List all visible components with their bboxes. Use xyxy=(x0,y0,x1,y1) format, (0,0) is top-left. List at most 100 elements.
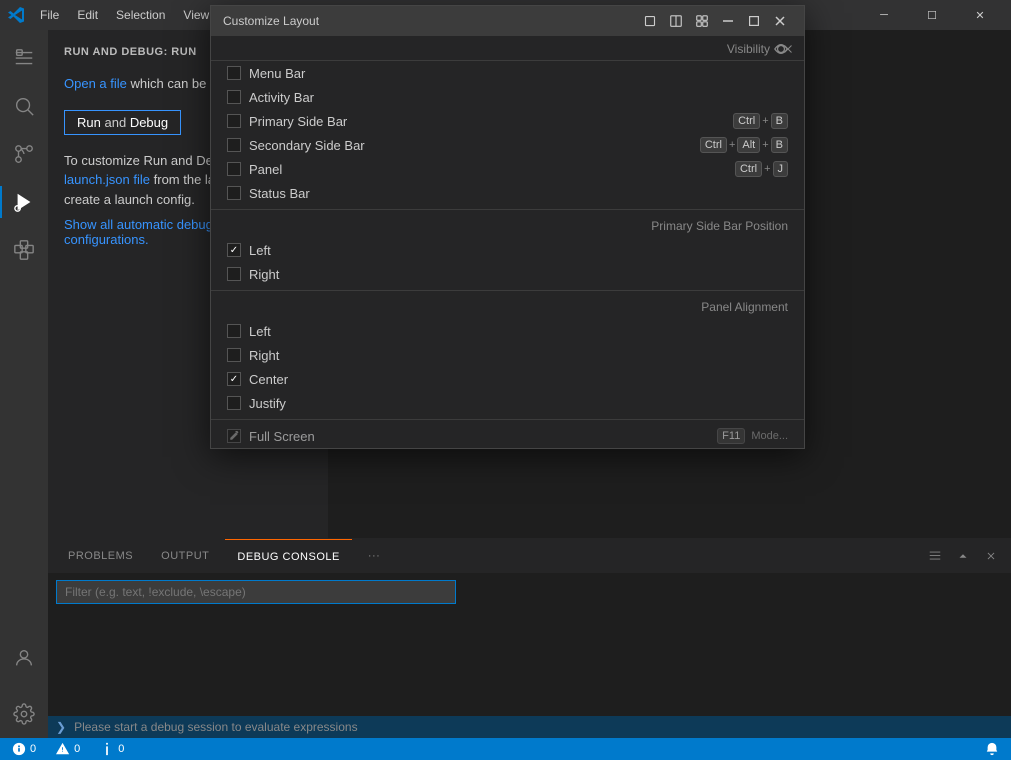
label-panel-left: Left xyxy=(249,324,788,339)
visibility-label: Visibility xyxy=(727,42,788,56)
dialog-title: Customize Layout xyxy=(223,14,319,28)
debug-prompt: ❯ Please start a debug session to evalua… xyxy=(48,716,1011,738)
dialog-close-icon[interactable] xyxy=(768,9,792,33)
section-divider-2 xyxy=(211,290,804,291)
panel-align-right-item[interactable]: Right xyxy=(211,343,804,367)
fullscreen-item[interactable]: Full Screen F11 Mode... xyxy=(211,424,804,448)
primary-right-item[interactable]: Right xyxy=(211,262,804,286)
customize-layout-dialog: Customize Layout xyxy=(210,5,805,449)
sidebar-item-source-control[interactable] xyxy=(0,130,48,178)
title-bar-menu: File Edit Selection View xyxy=(32,6,217,24)
vscode-logo-icon xyxy=(8,7,24,23)
checkbox-panel-justify xyxy=(227,396,241,410)
status-bar: 0 0 0 xyxy=(0,738,1011,760)
checkbox-fullscreen xyxy=(227,429,241,443)
shortcut-fullscreen: F11 Mode... xyxy=(717,428,788,444)
restore-button[interactable]: ☐ xyxy=(909,0,955,30)
panel-align-center-item[interactable]: ✓ Center xyxy=(211,367,804,391)
mode-label: Mode... xyxy=(751,430,788,442)
panel-collapse-action[interactable] xyxy=(951,544,975,568)
label-activity-bar: Activity Bar xyxy=(249,90,788,105)
status-warnings[interactable]: 0 xyxy=(52,742,84,756)
panel-align-justify-item[interactable]: Justify xyxy=(211,391,804,415)
panel-tabs: PROBLEMS OUTPUT DEBUG CONSOLE ··· xyxy=(48,539,1011,574)
label-panel-center: Center xyxy=(249,372,788,387)
tab-debug-console[interactable]: DEBUG CONSOLE xyxy=(225,539,351,574)
sidebar-item-search[interactable] xyxy=(0,82,48,130)
sidebar-item-explorer[interactable] xyxy=(0,34,48,82)
close-button[interactable]: ✕ xyxy=(957,0,1003,30)
panel-list-action[interactable] xyxy=(923,544,947,568)
run-btn-label: Run xyxy=(77,115,101,130)
label-panel-justify: Justify xyxy=(249,396,788,411)
dialog-min-icon[interactable] xyxy=(716,9,740,33)
open-file-link[interactable]: Open a file xyxy=(64,76,127,91)
title-bar-left: File Edit Selection View xyxy=(8,6,217,24)
filter-input-wrapper xyxy=(48,574,1011,610)
dialog-maximize-icon[interactable] xyxy=(638,9,662,33)
shortcut-secondary-side-bar: Ctrl + Alt + B xyxy=(700,137,788,153)
tab-problems[interactable]: PROBLEMS xyxy=(56,539,145,574)
label-menu-bar: Menu Bar xyxy=(249,66,788,81)
section-divider-3 xyxy=(211,419,804,420)
status-errors[interactable]: 0 xyxy=(8,742,40,756)
primary-left-item[interactable]: ✓ Left xyxy=(211,238,804,262)
sidebar-item-run-debug[interactable] xyxy=(0,178,48,226)
sidebar-item-settings[interactable] xyxy=(0,690,48,738)
visibility-item-menu-bar[interactable]: Menu Bar xyxy=(211,61,804,85)
shortcut-panel: Ctrl + J xyxy=(735,161,788,177)
run-btn-and: and xyxy=(104,115,126,130)
run-btn-debug: Debug xyxy=(130,115,168,130)
sidebar-item-accounts[interactable] xyxy=(0,634,48,682)
checkbox-panel-center: ✓ xyxy=(227,372,241,386)
dialog-grid-icon[interactable] xyxy=(690,9,714,33)
visibility-item-primary-side-bar[interactable]: Primary Side Bar Ctrl + B xyxy=(211,109,804,133)
activity-bar xyxy=(0,30,48,738)
visibility-item-secondary-side-bar[interactable]: Secondary Side Bar Ctrl + Alt + B xyxy=(211,133,804,157)
label-panel: Panel xyxy=(249,162,735,177)
visibility-item-activity-bar[interactable]: Activity Bar xyxy=(211,85,804,109)
dialog-title-bar: Customize Layout xyxy=(211,6,804,36)
debug-prompt-arrow: ❯ xyxy=(56,720,66,734)
dialog-layout-icon[interactable] xyxy=(664,9,688,33)
kbd-alt: Alt xyxy=(737,137,760,153)
configurations-link[interactable]: configurations. xyxy=(64,232,149,247)
tab-more[interactable]: ··· xyxy=(356,539,393,574)
label-status-bar: Status Bar xyxy=(249,186,788,201)
primary-side-bar-position-label: Primary Side Bar Position xyxy=(651,219,788,233)
checkbox-activity-bar xyxy=(227,90,241,104)
panel-close-action[interactable] xyxy=(979,544,1003,568)
sidebar-item-extensions[interactable] xyxy=(0,226,48,274)
menu-selection[interactable]: Selection xyxy=(108,6,173,24)
debug-prompt-text: Please start a debug session to evaluate… xyxy=(74,720,358,734)
kbd-b: B xyxy=(771,113,788,129)
checkbox-primary-left: ✓ xyxy=(227,243,241,257)
minimize-button[interactable]: ─ xyxy=(861,0,907,30)
filter-input[interactable] xyxy=(56,580,456,604)
status-info[interactable]: 0 xyxy=(96,742,128,756)
label-secondary-side-bar: Secondary Side Bar xyxy=(249,138,700,153)
panel-align-left-item[interactable]: Left xyxy=(211,319,804,343)
checkbox-status-bar xyxy=(227,186,241,200)
visibility-item-status-bar[interactable]: Status Bar xyxy=(211,181,804,205)
show-all-debug-link[interactable]: Show all automatic debug xyxy=(64,217,213,232)
panel-bottom: PROBLEMS OUTPUT DEBUG CONSOLE ··· xyxy=(48,538,1011,738)
label-panel-right: Right xyxy=(249,348,788,363)
run-debug-button[interactable]: Run and Debug xyxy=(64,110,181,135)
kbd-f11: F11 xyxy=(717,428,745,444)
label-primary-side-bar: Primary Side Bar xyxy=(249,114,733,129)
menu-file[interactable]: File xyxy=(32,6,67,24)
notification-bell[interactable] xyxy=(981,742,1003,756)
dialog-x-close[interactable] xyxy=(780,41,796,60)
primary-side-bar-position-header: Primary Side Bar Position xyxy=(211,214,804,238)
tab-output[interactable]: OUTPUT xyxy=(149,539,221,574)
checkbox-panel-right xyxy=(227,348,241,362)
visibility-text: Visibility xyxy=(727,42,770,56)
panel-alignment-label: Panel Alignment xyxy=(701,300,788,314)
warning-count: 0 xyxy=(74,743,80,755)
dialog-restore-icon[interactable] xyxy=(742,9,766,33)
checkbox-panel-left xyxy=(227,324,241,338)
visibility-item-panel[interactable]: Panel Ctrl + J xyxy=(211,157,804,181)
shortcut-primary-side-bar: Ctrl + B xyxy=(733,113,788,129)
menu-edit[interactable]: Edit xyxy=(69,6,106,24)
